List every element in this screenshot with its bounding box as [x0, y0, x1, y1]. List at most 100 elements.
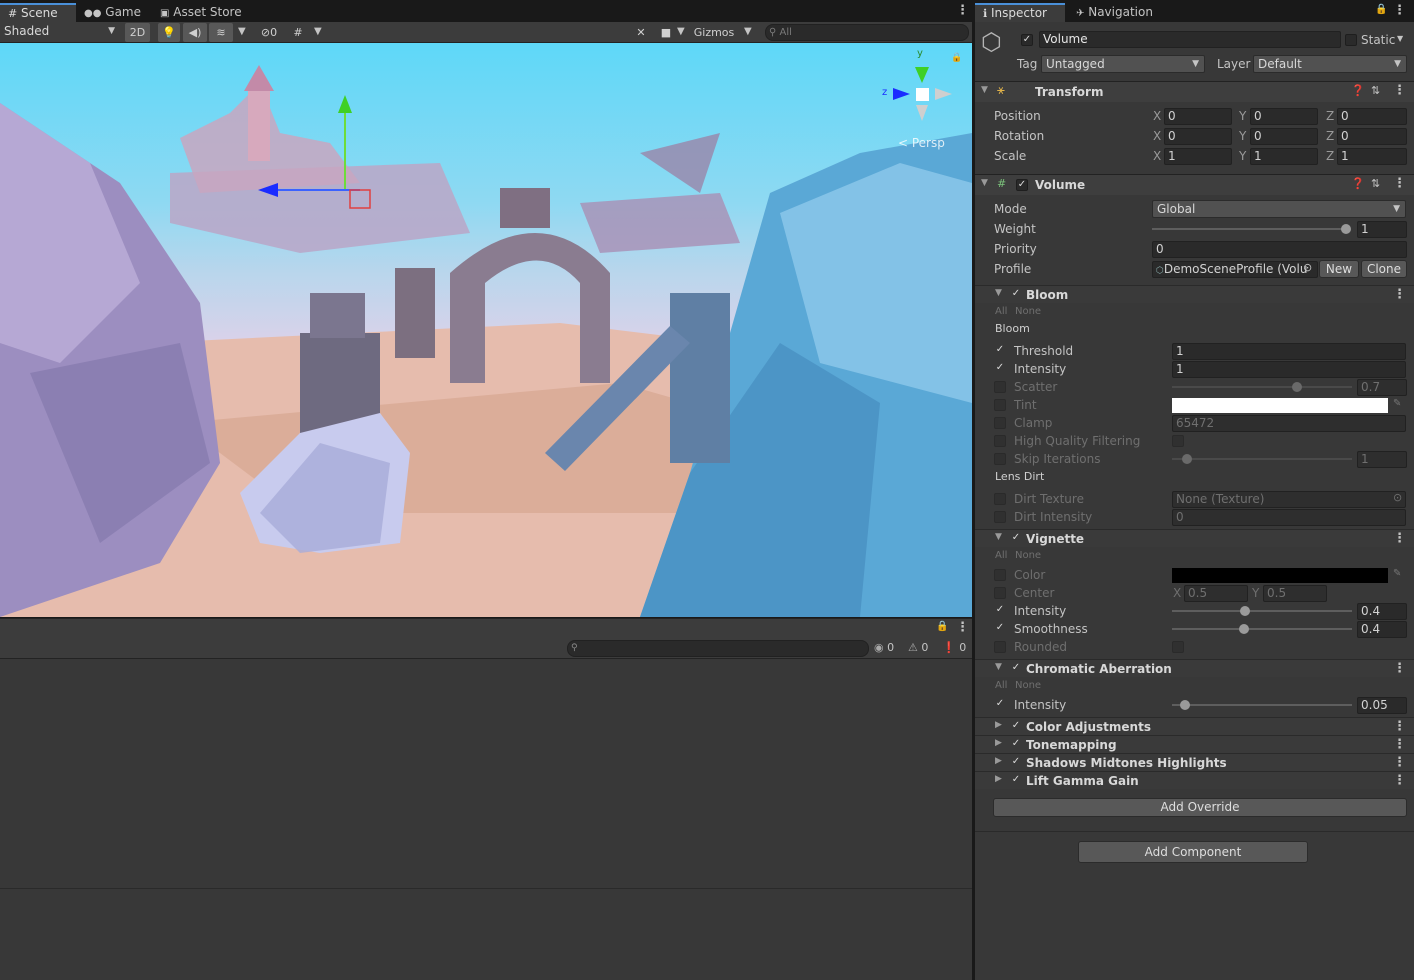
gizmos-dropdown-icon[interactable]: ▼	[744, 26, 752, 37]
vignette-intensity-slider-track[interactable]	[1172, 610, 1352, 612]
volume-enabled-checkbox[interactable]: ✓	[1016, 179, 1028, 191]
smh-enabled-checkbox[interactable]: ✓	[1010, 757, 1022, 769]
smoothness-override-checkbox[interactable]: ✓	[994, 623, 1006, 635]
lock-icon[interactable]: 🔒	[1375, 4, 1387, 15]
transform-header[interactable]: ▼ ⚹ Transform ❓ ⇅ ⋮	[975, 81, 1414, 102]
bloom-all-toggle[interactable]: All	[995, 303, 1007, 321]
chromatic-intensity-slider-track[interactable]	[1172, 704, 1352, 706]
gizmos-button[interactable]: Gizmos	[690, 23, 738, 42]
position-z-field[interactable]: 0	[1337, 108, 1407, 125]
weight-slider-handle[interactable]	[1341, 224, 1351, 234]
vignette-header[interactable]: ▼ ✓ Vignette ⋮	[975, 529, 1414, 547]
chromatic-menu-icon[interactable]: ⋮	[1393, 661, 1406, 676]
tag-dropdown[interactable]: Untagged ▼	[1041, 55, 1205, 73]
chromatic-none-toggle[interactable]: None	[1015, 677, 1041, 695]
foldout-arrow-icon[interactable]: ▼	[995, 288, 1002, 298]
scatter-override-checkbox[interactable]	[994, 381, 1006, 393]
mode-dropdown[interactable]: Global ▼	[1152, 200, 1406, 218]
threshold-field[interactable]: 1	[1172, 343, 1406, 360]
profile-field[interactable]: ⬡DemoSceneProfile (Volu	[1152, 261, 1318, 278]
vignette-enabled-checkbox[interactable]: ✓	[1010, 533, 1022, 545]
new-profile-button[interactable]: New	[1319, 260, 1359, 278]
dirt-texture-override-checkbox[interactable]	[994, 493, 1006, 505]
lgg-enabled-checkbox[interactable]: ✓	[1010, 775, 1022, 787]
shadows-midtones-highlights-header[interactable]: ▶ ✓ Shadows Midtones Highlights ⋮	[975, 753, 1414, 771]
volume-header[interactable]: ▼ # ✓ Volume ❓ ⇅ ⋮	[975, 174, 1414, 195]
scene-panel-menu-icon[interactable]: ⋮	[956, 3, 969, 18]
color-adjustments-enabled-checkbox[interactable]: ✓	[1010, 721, 1022, 733]
transform-menu-icon[interactable]: ⋮	[1393, 83, 1406, 98]
layer-dropdown[interactable]: Default ▼	[1253, 55, 1407, 73]
tab-inspector[interactable]: ℹ Inspector	[975, 3, 1065, 22]
static-label[interactable]: Static	[1361, 31, 1395, 49]
scale-z-field[interactable]: 1	[1337, 148, 1407, 165]
hidden-objects-toggle[interactable]: ⊘0	[254, 23, 284, 42]
static-dropdown-icon[interactable]: ▼	[1397, 34, 1403, 43]
chromatic-intensity-override-checkbox[interactable]: ✓	[994, 699, 1006, 711]
tint-override-checkbox[interactable]	[994, 399, 1006, 411]
vignette-all-toggle[interactable]: All	[995, 547, 1007, 565]
smoothness-slider-handle[interactable]	[1239, 624, 1249, 634]
chromatic-intensity-slider-handle[interactable]	[1180, 700, 1190, 710]
color-adjustments-header[interactable]: ▶ ✓ Color Adjustments ⋮	[975, 717, 1414, 735]
lift-gamma-gain-header[interactable]: ▶ ✓ Lift Gamma Gain ⋮	[975, 771, 1414, 789]
scene-viewport[interactable]: y z 🔒 < Persp	[0, 43, 972, 617]
audio-toggle-icon[interactable]: ◀)	[183, 23, 207, 42]
foldout-arrow-icon[interactable]: ▼	[981, 178, 988, 188]
bloom-menu-icon[interactable]: ⋮	[1393, 287, 1406, 302]
warning-count-toggle[interactable]: ⚠ 0	[908, 641, 928, 654]
add-override-button[interactable]: Add Override	[993, 798, 1407, 817]
scene-search-input[interactable]: ⚲ All	[765, 24, 969, 41]
skip-iterations-override-checkbox[interactable]	[994, 453, 1006, 465]
vignette-intensity-override-checkbox[interactable]: ✓	[994, 605, 1006, 617]
camera-icon[interactable]: ■	[657, 23, 675, 42]
effects-dropdown-icon[interactable]: ▼	[238, 26, 246, 37]
foldout-arrow-icon[interactable]: ▼	[995, 532, 1002, 542]
bloom-none-toggle[interactable]: None	[1015, 303, 1041, 321]
grid-toggle-icon[interactable]: #	[288, 23, 308, 42]
position-y-field[interactable]: 0	[1250, 108, 1318, 125]
preset-icon[interactable]: ⇅	[1371, 177, 1380, 190]
bloom-enabled-checkbox[interactable]: ✓	[1010, 289, 1022, 301]
foldout-arrow-icon[interactable]: ▶	[995, 756, 1002, 766]
preset-icon[interactable]: ⇅	[1371, 84, 1380, 97]
priority-field[interactable]: 0	[1152, 241, 1407, 258]
rounded-override-checkbox[interactable]	[994, 641, 1006, 653]
bloom-header[interactable]: ▼ ✓ Bloom ⋮	[975, 285, 1414, 303]
clone-profile-button[interactable]: Clone	[1361, 260, 1407, 278]
vignette-none-toggle[interactable]: None	[1015, 547, 1041, 565]
weight-slider-track[interactable]	[1152, 228, 1346, 230]
gameobject-name-input[interactable]: Volume	[1039, 31, 1341, 48]
smoothness-slider-track[interactable]	[1172, 628, 1352, 630]
vignette-center-override-checkbox[interactable]	[994, 587, 1006, 599]
vignette-intensity-field[interactable]: 0.4	[1357, 603, 1407, 620]
2d-mode-toggle[interactable]: 2D	[125, 23, 150, 42]
tab-asset-store[interactable]: ▣ Asset Store	[152, 3, 252, 22]
static-checkbox[interactable]	[1345, 34, 1357, 46]
vignette-intensity-slider-handle[interactable]	[1240, 606, 1250, 616]
help-icon[interactable]: ❓	[1351, 84, 1365, 97]
console-menu-icon[interactable]: ⋮	[956, 620, 969, 635]
tab-navigation[interactable]: ✈ Navigation	[1068, 3, 1168, 22]
foldout-arrow-icon[interactable]: ▶	[995, 738, 1002, 748]
weight-field[interactable]: 1	[1357, 221, 1407, 238]
bloom-intensity-field[interactable]: 1	[1172, 361, 1406, 378]
volume-menu-icon[interactable]: ⋮	[1393, 176, 1406, 191]
camera-dropdown-icon[interactable]: ▼	[677, 26, 685, 37]
perspective-label[interactable]: < Persp	[898, 136, 945, 150]
help-icon[interactable]: ❓	[1351, 177, 1365, 190]
error-count-toggle[interactable]: ❗ 0	[942, 641, 966, 654]
effects-toggle-icon[interactable]: ≋	[209, 23, 233, 42]
rotation-y-field[interactable]: 0	[1250, 128, 1318, 145]
tonemapping-enabled-checkbox[interactable]: ✓	[1010, 739, 1022, 751]
high-quality-override-checkbox[interactable]	[994, 435, 1006, 447]
foldout-arrow-icon[interactable]: ▶	[995, 774, 1002, 784]
console-search-input[interactable]: ⚲	[567, 640, 869, 657]
add-component-button[interactable]: Add Component	[1078, 841, 1308, 863]
tab-game[interactable]: ●● Game	[76, 3, 148, 22]
lgg-menu-icon[interactable]: ⋮	[1393, 773, 1406, 788]
foldout-arrow-icon[interactable]: ▶	[995, 720, 1002, 730]
object-picker-icon[interactable]: ⊙	[1303, 261, 1312, 274]
rotation-x-field[interactable]: 0	[1164, 128, 1232, 145]
tools-icon[interactable]: ✕	[631, 23, 651, 42]
